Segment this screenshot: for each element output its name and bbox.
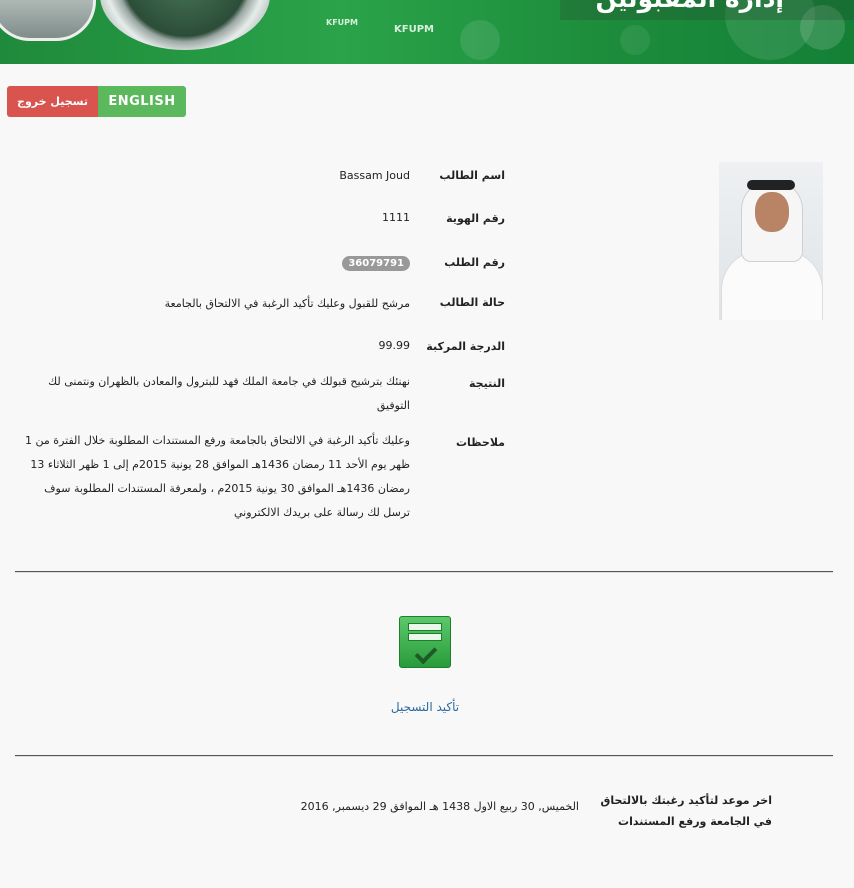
page-title: إدارة المقبولين bbox=[595, 0, 784, 13]
english-language-button[interactable]: ENGLISH bbox=[98, 86, 186, 117]
header-banner: KFUPM KFUPM إدارة المقبولين bbox=[0, 0, 854, 64]
result-label: النتيجة bbox=[469, 377, 505, 390]
header-decoration bbox=[620, 25, 650, 55]
checklist-confirm-icon[interactable] bbox=[399, 616, 451, 668]
confirm-registration-link[interactable]: تأكيد التسجيل bbox=[360, 700, 490, 714]
deadline-value: الخميس, 30 ربيع الاول 1438 هـ الموافق 29… bbox=[300, 800, 579, 813]
checkmark-icon bbox=[414, 641, 438, 665]
header-decoration bbox=[460, 20, 500, 60]
request-number-badge: 36079791 bbox=[342, 256, 410, 271]
student-photo bbox=[719, 162, 823, 320]
student-name-value: Bassam Joud bbox=[339, 169, 410, 182]
logout-button[interactable]: تسجيل خروج bbox=[7, 86, 98, 117]
photo-egal bbox=[747, 180, 795, 190]
divider bbox=[15, 571, 833, 572]
kfupm-watermark: KFUPM bbox=[394, 24, 434, 35]
icon-bar bbox=[408, 633, 442, 641]
deadline-label: اخر موعد لتأكيد رغبتك بالالتحاق في الجام… bbox=[600, 794, 772, 828]
request-number-value: 36079791 bbox=[342, 251, 410, 275]
result-value: نهنئك بترشيح قبولك في جامعة الملك فهد لل… bbox=[48, 375, 410, 412]
divider bbox=[15, 755, 833, 756]
notes-label: ملاحظات bbox=[456, 436, 505, 449]
composite-grade-label: الدرجة المركبة bbox=[426, 340, 505, 353]
composite-grade-value: 99.99 bbox=[378, 339, 411, 352]
id-number-value: 1111 bbox=[382, 211, 410, 224]
top-button-group: تسجيل خروج ENGLISH bbox=[7, 86, 186, 117]
notes-value: وعليك تأكيد الرغبة في الالتحاق بالجامعة … bbox=[25, 434, 410, 519]
student-name-label: اسم الطالب bbox=[439, 169, 505, 182]
student-status-label: حالة الطالب bbox=[439, 296, 505, 309]
icon-bar bbox=[408, 623, 442, 631]
university-emblem bbox=[0, 0, 96, 41]
photo-face bbox=[755, 192, 789, 232]
kfupm-watermark: KFUPM bbox=[326, 18, 358, 27]
header-lens-graphic bbox=[100, 0, 270, 50]
id-number-label: رقم الهوية bbox=[446, 212, 505, 225]
request-number-label: رقم الطلب bbox=[444, 256, 505, 269]
student-status-value: مرشح للقبول وعليك تأكيد الرغبة في الالتح… bbox=[164, 297, 410, 310]
